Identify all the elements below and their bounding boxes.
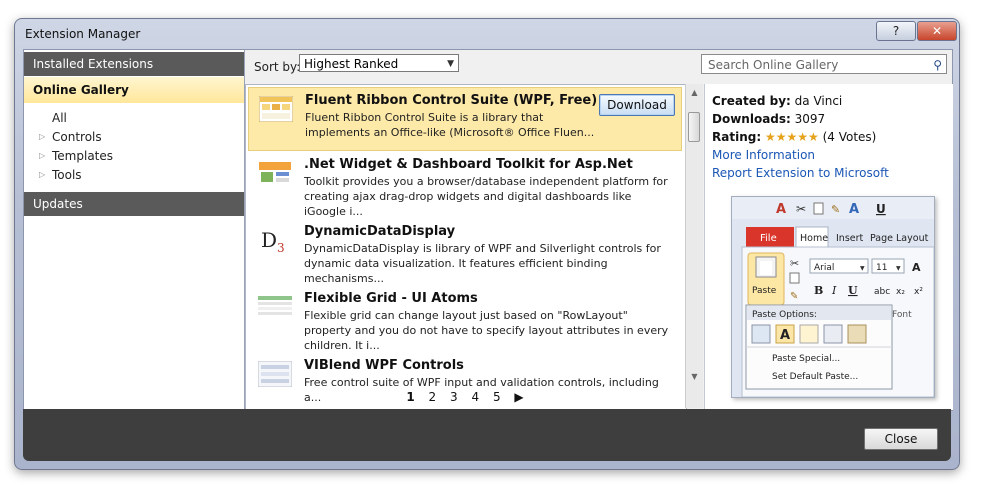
list-item[interactable]: Fluent Ribbon Control Suite (WPF, Free) … [248,87,682,151]
svg-text:Page Layout: Page Layout [870,233,929,244]
page-5-link[interactable]: 5 [493,390,501,404]
flexible-grid-thumbnail-icon [258,296,292,315]
item-title: Fluent Ribbon Control Suite (WPF, Free) [305,93,598,108]
list-scrollbar[interactable]: ▲ ▼ [685,84,703,408]
svg-text:11: 11 [876,263,887,273]
page-3-link[interactable]: 3 [450,390,458,404]
page-1-link[interactable]: 1 [406,390,414,404]
details-panel: Created by: da Vinci Downloads: 3097 Rat… [704,84,953,410]
tree-item-all[interactable]: All [52,109,67,127]
window-title: Extension Manager [25,27,141,41]
rating-votes: (4 Votes) [822,130,877,144]
nav-online-gallery[interactable]: Online Gallery [24,77,244,103]
item-description: Fluent Ribbon Control Suite is a library… [305,111,595,139]
svg-text:x₂: x₂ [896,287,905,297]
svg-text:▼: ▼ [896,265,901,272]
svg-text:U: U [848,284,858,297]
item-description: Flexible grid can change layout just bas… [304,309,669,352]
list-item[interactable]: .Net Widget & Dashboard Toolkit for Asp.… [248,152,682,218]
pagination: 1 2 3 4 5 ▶ [245,390,685,408]
svg-text:Home: Home [800,233,828,244]
left-nav: Installed Extensions Online Gallery All … [24,50,245,410]
fluent-ribbon-thumbnail-icon [259,96,293,122]
svg-text:I: I [831,284,837,297]
svg-text:abc: abc [874,287,890,297]
expand-arrow-icon[interactable]: ▷ [39,170,45,179]
nav-installed-extensions[interactable]: Installed Extensions [24,52,244,76]
dialog-footer: Close [23,409,951,461]
tree-item-controls[interactable]: Controls [52,128,102,146]
svg-text:A: A [849,202,859,217]
svg-text:A: A [912,261,921,274]
dynamic-data-display-logo-icon: D 3 [261,228,285,253]
content-frame: Installed Extensions Online Gallery All … [23,49,953,411]
svg-text:✂: ✂ [796,202,806,216]
item-title: Flexible Grid - UI Atoms [304,291,478,306]
scroll-down-icon[interactable]: ▼ [686,370,703,384]
item-title: VIBlend WPF Controls [304,358,464,373]
svg-text:D: D [261,228,277,252]
svg-text:Arial: Arial [814,263,834,273]
chevron-down-icon: ▼ [447,59,454,69]
download-button[interactable]: Download [599,94,675,116]
nav-updates[interactable]: Updates [24,192,244,216]
page-2-link[interactable]: 2 [429,390,437,404]
svg-text:▼: ▼ [860,265,865,272]
tree-item-tools[interactable]: Tools [52,166,82,184]
svg-text:Insert: Insert [836,233,864,244]
created-by: Created by: da Vinci [712,94,843,108]
expand-arrow-icon[interactable]: ▷ [39,132,45,141]
ribbon-preview-graphic: A ✂ ✎ A U File Home Insert Page Layout P… [732,197,934,397]
item-description: Toolkit provides you a browser/database … [304,175,668,218]
item-description: DynamicDataDisplay is library of WPF and… [304,242,661,285]
svg-text:Paste: Paste [752,286,777,296]
report-extension-link[interactable]: Report Extension to Microsoft [712,166,889,180]
scrollbar-thumb[interactable] [688,112,700,142]
svg-text:3: 3 [277,241,285,253]
svg-text:Font: Font [892,310,912,320]
search-input[interactable]: Search Online Gallery ⚲ [701,54,947,74]
preview-image: A ✂ ✎ A U File Home Insert Page Layout P… [731,196,935,398]
item-title: .Net Widget & Dashboard Toolkit for Asp.… [304,157,633,172]
tree-item-templates[interactable]: Templates [52,147,113,165]
sort-bar: Sort by: Highest Ranked ▼ Search Online … [245,50,952,84]
svg-text:A: A [776,202,786,217]
svg-text:Set Default Paste...: Set Default Paste... [772,372,858,382]
item-title: DynamicDataDisplay [304,224,456,239]
svg-text:B: B [814,284,823,297]
sort-value: Highest Ranked [304,57,399,71]
expand-arrow-icon[interactable]: ▷ [39,151,45,160]
svg-text:✎: ✎ [831,203,840,216]
list-item[interactable]: D 3 DynamicDataDisplay DynamicDataDispla… [248,219,682,285]
widget-toolkit-thumbnail-icon [258,160,292,186]
search-placeholder: Search Online Gallery [708,58,839,72]
svg-text:✎: ✎ [790,291,798,302]
sort-dropdown[interactable]: Highest Ranked ▼ [299,54,459,72]
window-close-button[interactable]: ✕ [917,21,957,41]
next-page-icon[interactable]: ▶ [514,390,523,404]
viblend-thumbnail-icon [258,361,292,387]
search-icon[interactable]: ⚲ [933,55,942,75]
sort-label: Sort by: [254,60,301,74]
extension-list: Fluent Ribbon Control Suite (WPF, Free) … [245,84,687,410]
svg-text:✂: ✂ [790,257,799,270]
svg-text:Paste Options:: Paste Options: [752,310,817,320]
rating-stars-icon: ★★★★★ [764,130,819,144]
page-4-link[interactable]: 4 [471,390,479,404]
svg-text:U: U [876,202,886,216]
extension-manager-window: Extension Manager ? ✕ Installed Extensio… [14,18,960,470]
more-information-link[interactable]: More Information [712,148,815,162]
help-button[interactable]: ? [876,21,916,41]
svg-text:File: File [760,233,777,244]
svg-text:x²: x² [914,287,923,297]
svg-text:A: A [780,328,790,343]
close-button[interactable]: Close [864,428,938,450]
scroll-up-icon[interactable]: ▲ [686,86,703,100]
rating: Rating: ★★★★★ (4 Votes) [712,130,877,144]
svg-text:Paste Special...: Paste Special... [772,354,840,364]
list-item[interactable]: Flexible Grid - UI Atoms Flexible grid c… [248,286,682,352]
downloads-count: Downloads: 3097 [712,112,826,126]
